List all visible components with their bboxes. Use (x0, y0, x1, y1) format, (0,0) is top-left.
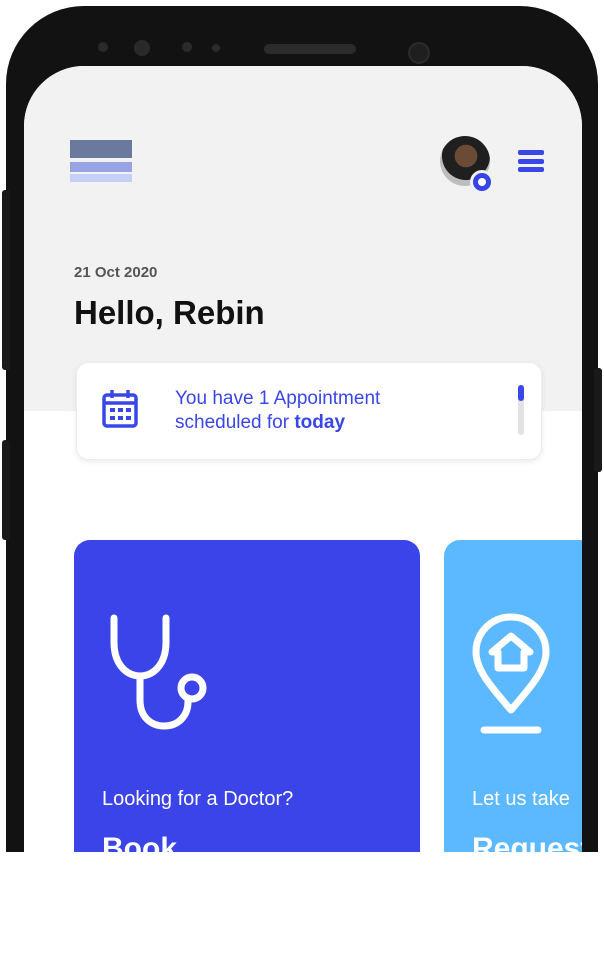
volume-button (2, 190, 10, 370)
phone-speaker (264, 44, 356, 54)
calendar-icon (102, 390, 138, 428)
appointment-today: today (294, 412, 346, 433)
appointment-line-2: scheduled for today (175, 411, 380, 435)
app-screen: 21 Oct 2020 Hello, Rebin You have 1 Appo… (24, 66, 582, 852)
appointment-scrollbar[interactable] (518, 385, 524, 435)
appointment-line-1: You have 1 Appointment (175, 388, 381, 409)
greeting-title: Hello, Rebin (74, 294, 265, 331)
appointment-banner[interactable]: You have 1 Appointment scheduled for tod… (76, 362, 542, 460)
doctor-card-subtitle: Looking for a Doctor? (102, 788, 294, 810)
sensor-dot (134, 40, 150, 56)
front-camera (408, 42, 430, 64)
brand-logo (70, 140, 132, 182)
sensor-dot (98, 42, 108, 52)
home-location-icon (472, 613, 550, 734)
current-date: 21 Oct 2020 (74, 264, 158, 281)
hamburger-menu-icon[interactable] (518, 150, 544, 172)
appointment-text: You have 1 Appointment scheduled for tod… (175, 387, 380, 435)
sensor-dot (212, 44, 220, 52)
bixby-button (2, 440, 10, 540)
home-card-subtitle: Let us take (472, 788, 570, 810)
scrollbar-thumb[interactable] (518, 385, 524, 401)
avatar-status-badge (470, 170, 494, 194)
home-request-card[interactable]: Let us take Request (444, 540, 582, 852)
doctor-card-title: Book (102, 832, 177, 852)
home-card-title: Request (472, 832, 582, 852)
phone-frame: 21 Oct 2020 Hello, Rebin You have 1 Appo… (6, 6, 598, 852)
book-doctor-card[interactable]: Looking for a Doctor? Book (74, 540, 420, 852)
power-button (594, 368, 602, 472)
appointment-line-2-prefix: scheduled for (175, 412, 295, 433)
sensor-dot (182, 42, 192, 52)
header-background (24, 66, 582, 411)
stethoscope-icon (110, 614, 207, 730)
